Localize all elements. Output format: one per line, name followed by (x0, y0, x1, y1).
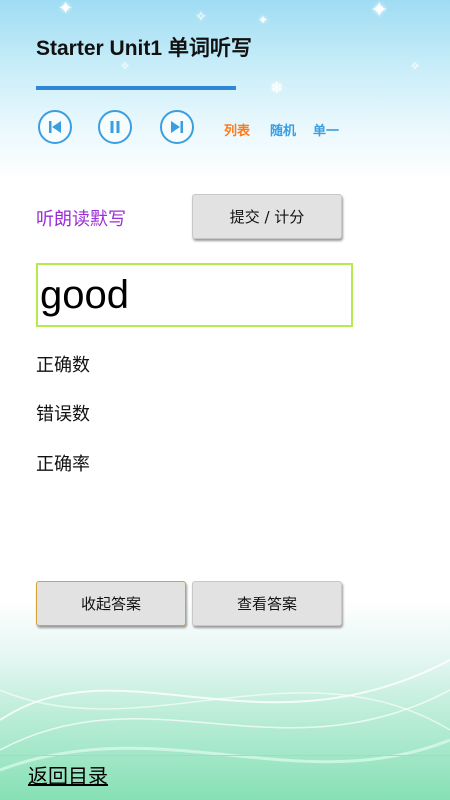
dictation-label: 听朗读默写 (36, 209, 126, 230)
answer-input[interactable]: good (36, 263, 353, 327)
mode-random-button[interactable]: 随机 (270, 120, 296, 139)
playback-progress-fill (36, 86, 236, 90)
pause-icon (110, 121, 120, 133)
correct-count-label: 正确数 (36, 355, 90, 376)
mode-list-button[interactable]: 列表 (224, 120, 250, 139)
view-answer-button[interactable]: 查看答案 (192, 581, 342, 626)
skip-previous-icon (49, 121, 61, 133)
back-to-catalog-link[interactable]: 返回目录 (28, 760, 108, 789)
wrong-count-label: 错误数 (36, 404, 90, 425)
pause-button[interactable] (98, 110, 132, 144)
previous-button[interactable] (38, 110, 72, 144)
snowflake-icon: ✧ (195, 9, 207, 25)
snowflake-icon: ✦ (58, 0, 74, 19)
hide-answer-button[interactable]: 收起答案 (36, 581, 186, 626)
footer-divider (0, 755, 450, 756)
page-title: Starter Unit1 单词听写 (36, 37, 252, 60)
snowflake-icon: ❄ (270, 78, 284, 97)
mode-single-button[interactable]: 单一 (313, 120, 339, 139)
accuracy-label: 正确率 (36, 454, 90, 475)
submit-score-button[interactable]: 提交 / 计分 (192, 194, 342, 239)
header-background: ✦ ✧ ✦ ✦ ✧ ✧ ❄ (0, 0, 450, 180)
snowflake-icon: ✧ (410, 59, 421, 73)
next-button[interactable] (160, 110, 194, 144)
playback-progress-bar[interactable] (36, 86, 236, 90)
snowflake-icon: ✦ (370, 0, 389, 23)
snowflake-icon: ✦ (258, 13, 269, 27)
skip-next-icon (171, 121, 183, 133)
